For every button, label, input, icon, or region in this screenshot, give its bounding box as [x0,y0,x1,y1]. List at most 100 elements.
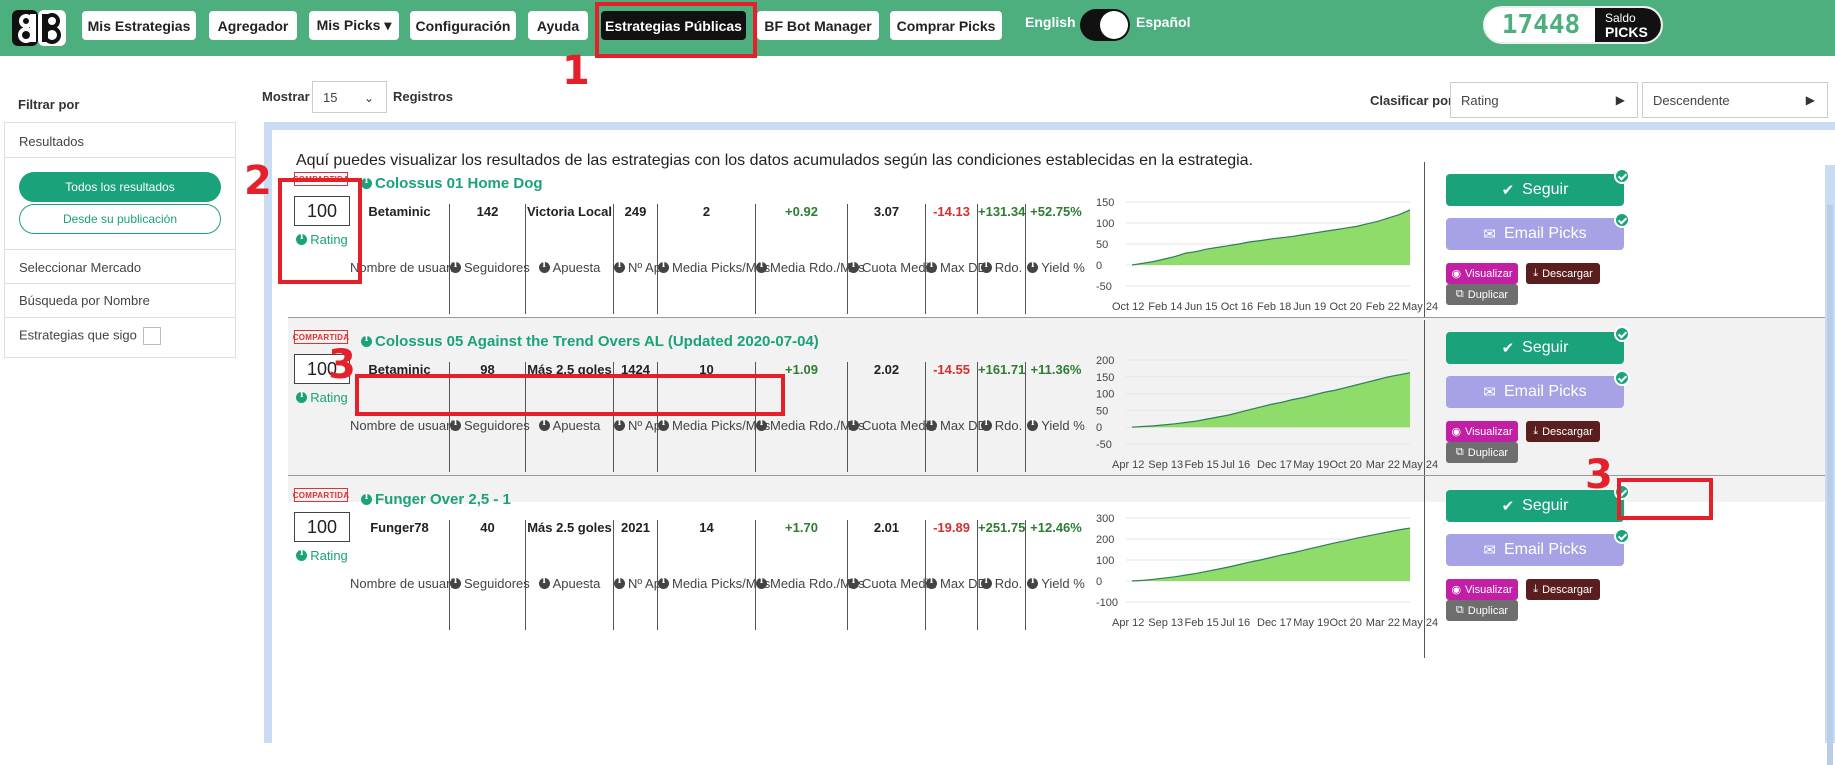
follow-button[interactable]: ✔ Seguir [1446,168,1630,206]
download-icon: ⤓ [1533,425,1539,437]
envelope-icon: ✉ [1483,226,1496,243]
duplicate-button[interactable]: ⧉ Duplicar [1446,600,1518,621]
stat-value: +0.92 [785,204,818,219]
nav-bf-bot-manager[interactable]: BF Bot Manager [757,11,879,40]
stat-column-bet: Más 2.5 goles Apuesta [526,520,614,630]
results-label: Resultados [19,134,85,149]
records-per-page-select[interactable]: 15 ⌄ [312,81,387,113]
strategy-name-link[interactable]: Funger Over 2,5 - 1 [361,491,511,508]
nav-ayuda[interactable]: Ayuda [528,11,588,40]
copy-icon: ⧉ [1455,288,1464,300]
stat-label: Nombre de usuario [350,260,461,275]
filter-title: Filtrar por [18,97,80,112]
following-checkbox[interactable] [142,327,161,345]
stat-value: 40 [480,520,495,535]
nav-mis-picks-dropdown[interactable]: Mis Picks ▾ [309,11,399,40]
view-button[interactable]: ◉ Visualizar [1446,579,1518,600]
nav-mis-estrategias[interactable]: Mis Estrategias [82,11,196,40]
nav-agregador[interactable]: Agregador [209,11,297,40]
stat-label: Apuesta [526,260,613,275]
view-button[interactable]: ◉ Visualizar [1446,263,1518,284]
stat-column-n-ap: 249 Nº Ap [614,204,661,314]
info-icon [848,576,859,589]
strategy-name-link[interactable]: Colossus 05 Against the Trend Overs AL (… [361,333,819,350]
annotation-number-1: 1 [562,48,590,94]
stat-column-max-dd: -19.89 Max DD [926,520,987,630]
chart-y-tick: 100 [1096,555,1114,567]
email-picks-button[interactable]: ✉ Email Picks [1446,212,1630,250]
shared-stamp: COMPARTIDA [293,488,349,502]
follow-button[interactable]: ✔ Seguir [1446,326,1630,364]
since-publication-button[interactable]: Desde su publicación [19,204,221,234]
strategies-frame: Aquí puedes visualizar los resultados de… [264,122,1835,743]
annotation-box-2 [278,178,362,284]
stat-label: Media Rdo./Mes [756,418,865,433]
chart-x-tick: Jul 16 [1221,459,1250,471]
rating-value: 100 [294,512,350,542]
chart-y-tick: 300 [1096,513,1114,525]
stat-column-avg-rdo: +0.92 Media Rdo./Mes [756,204,865,314]
following-filter: Estrategias que sigo [5,327,235,345]
chart-x-tick: Oct 16 [1221,301,1253,313]
email-picks-button[interactable]: ✉ Email Picks [1446,370,1630,408]
chart-x-tick: May 19 [1293,617,1329,629]
strategy-name-text: Colossus 01 Home Dog [375,175,543,192]
chart-x-tick: Feb 22 [1366,301,1400,313]
stat-label: Media Picks/Mes [658,260,770,275]
stat-label: Media Picks/Mes [658,418,770,433]
email-picks-button[interactable]: ✉ Email Picks [1446,528,1630,566]
view-button[interactable]: ◉ Visualizar [1446,421,1518,442]
duplicate-button[interactable]: ⧉ Duplicar [1446,442,1518,463]
sort-order-value: Descendente [1653,92,1730,108]
stat-label-text: Seguidores [464,418,530,433]
rating-label[interactable]: Rating [294,548,350,563]
stat-label: Nombre de usuario [350,576,461,591]
stat-value: 2 [702,204,711,219]
stat-column-rdo: +161.71 Rdo. [978,362,1026,472]
saldo-picks-widget[interactable]: 17448 Saldo PICKS [1483,6,1663,44]
stat-column-followers: 40 Seguidores [450,520,530,630]
annotation-box-3 [355,374,785,416]
chart-x-tick: Dec 17 [1257,459,1292,471]
info-icon [614,260,625,273]
check-circle-icon: ✔ [1501,182,1515,199]
scrollbar-thumb[interactable] [1827,205,1833,765]
chart-x-tick: Jun 19 [1293,301,1326,313]
sort-order-select[interactable]: Descendente ▶ [1642,82,1828,118]
chart-y-tick: 200 [1096,534,1114,546]
bb-logo[interactable] [12,6,68,50]
stat-label: Yield % [1026,260,1086,275]
strategy-name-link[interactable]: Colossus 01 Home Dog [361,175,543,192]
stat-label: Seguidores [450,418,530,433]
stat-value: +251.75 [978,520,1026,535]
info-icon [1027,418,1039,431]
equity-chart: 150 100 50 0 -50 Oct 12 Feb 14 Jun 15 Oct 16 Feb … [1092,194,1438,320]
lang-english[interactable]: English [1025,14,1076,30]
rating-label-text: Rating [310,390,348,405]
all-results-button[interactable]: Todos los resultados [19,172,221,202]
stat-label: Rdo. [978,418,1025,433]
stat-label-text: Rdo. [994,418,1023,433]
email-button-label: Email Picks [1503,225,1587,242]
info-icon [980,576,992,589]
check-badge-icon [1614,326,1630,342]
stat-column-avg-odds: 2.02 Cuota Media [848,362,936,472]
rating-label[interactable]: Rating [294,390,350,405]
info-icon [926,576,937,589]
saldo-label-bottom: PICKS [1605,24,1648,40]
lang-espanol[interactable]: Español [1136,14,1190,30]
language-toggle[interactable] [1080,9,1130,41]
duplicate-button[interactable]: ⧉ Duplicar [1446,284,1518,305]
chart-y-tick: 150 [1096,197,1114,209]
sort-by-select[interactable]: Rating ▶ [1450,82,1638,118]
nav-configuracion[interactable]: Configuración [410,11,516,40]
download-button[interactable]: ⤓ Descargar [1526,263,1600,284]
stat-label-text: Nombre de usuario [350,418,461,433]
annotation-box-1 [595,2,757,58]
nav-comprar-picks[interactable]: Comprar Picks [890,11,1002,40]
search-by-name-filter[interactable]: Búsqueda por Nombre [5,293,235,308]
download-button[interactable]: ⤓ Descargar [1526,421,1600,442]
chart-x-tick: Sep 13 [1148,459,1183,471]
download-button[interactable]: ⤓ Descargar [1526,579,1600,600]
select-market-filter[interactable]: Seleccionar Mercado [5,260,235,275]
